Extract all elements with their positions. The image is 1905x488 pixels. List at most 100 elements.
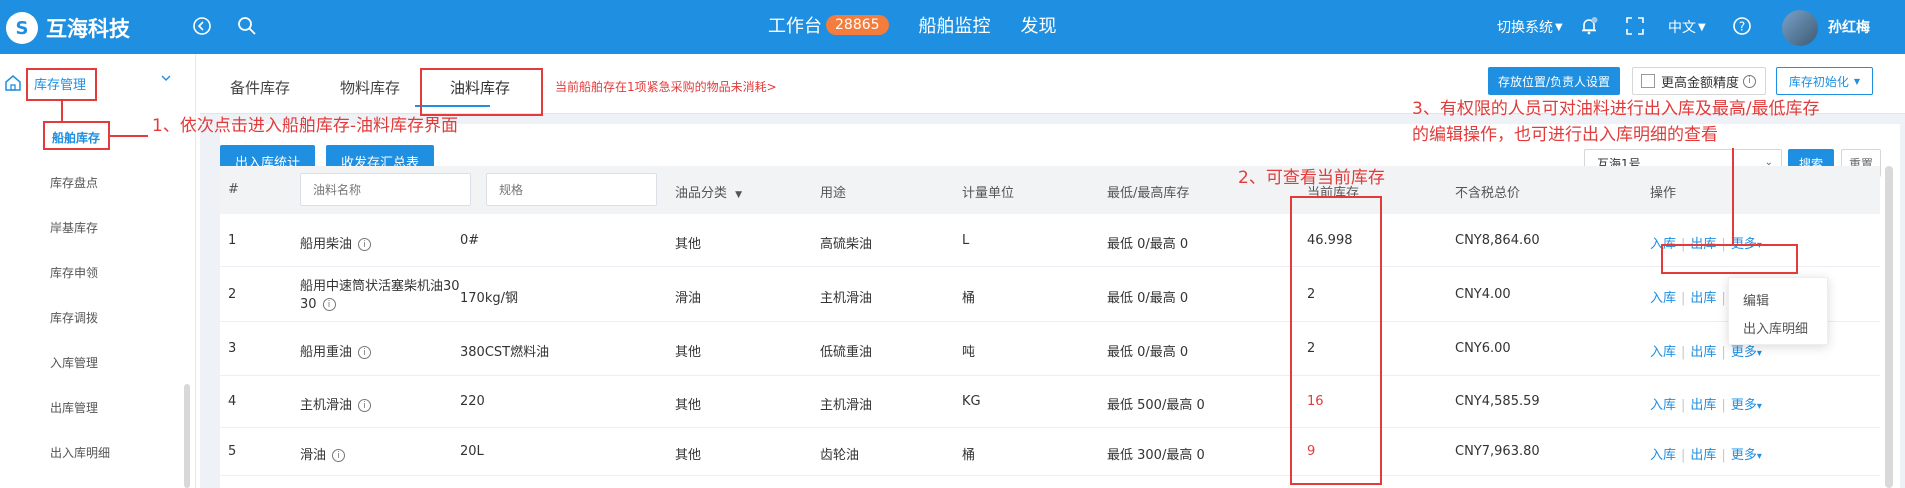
info-icon[interactable]: i xyxy=(358,346,372,359)
top-bar: S 互海科技 工作台 28865 船舶监控 发现 切换系统 ▼ 中文 ▼ ? 孙… xyxy=(0,0,1905,54)
cell-index: 2 xyxy=(228,287,237,302)
spec-filter[interactable] xyxy=(486,173,657,206)
cell-unit: 桶 xyxy=(962,448,976,463)
chevron-down-icon: ▼ xyxy=(1555,21,1563,33)
more-link[interactable]: 更多 xyxy=(1731,398,1757,413)
info-icon[interactable]: i xyxy=(332,449,346,462)
table-scrollbar[interactable] xyxy=(1885,166,1893,488)
circle-back-icon[interactable] xyxy=(190,14,214,38)
inventory-init-button[interactable]: 库存初始化 ▼ xyxy=(1776,67,1873,95)
cell-usage: 主机滑油 xyxy=(820,398,873,413)
logo[interactable]: S 互海科技 xyxy=(6,12,130,44)
inbound-link[interactable]: 入库 xyxy=(1650,345,1676,360)
nav-workbench[interactable]: 工作台 28865 xyxy=(768,12,889,38)
precision-label: 更高金额精度 xyxy=(1661,75,1740,91)
inbound-link[interactable]: 入库 xyxy=(1650,398,1676,413)
sidebar-item-stocktake[interactable]: 库存盘点 xyxy=(50,174,98,191)
nav-discover[interactable]: 发现 xyxy=(1021,12,1057,38)
inbound-link[interactable]: 入库 xyxy=(1650,448,1676,463)
cell-spec: 20L xyxy=(460,444,484,459)
more-menu: 编辑 出入库明细 xyxy=(1728,277,1828,345)
precision-toggle[interactable]: 更高金额精度 i xyxy=(1632,67,1766,95)
fullscreen-icon[interactable] xyxy=(1623,14,1647,38)
info-icon[interactable]: i xyxy=(358,238,372,251)
annotation-arrow xyxy=(1732,148,1734,244)
avatar[interactable] xyxy=(1782,10,1818,46)
highlight-row-actions xyxy=(1661,244,1798,274)
info-icon[interactable]: i xyxy=(322,298,336,311)
cell-actions: 入库 | 出库 | 更多▾ xyxy=(1650,444,1762,463)
tab-materials[interactable]: 物料库存 xyxy=(340,77,400,98)
outbound-link[interactable]: 出库 xyxy=(1690,291,1716,306)
sidebar-item-shore-inventory[interactable]: 岸基库存 xyxy=(50,219,98,236)
language-select[interactable]: 中文 ▼ xyxy=(1668,17,1706,37)
nav-ship-monitor[interactable]: 船舶监控 xyxy=(919,12,991,38)
sidebar-item-outbound[interactable]: 出库管理 xyxy=(50,399,98,416)
outbound-link[interactable]: 出库 xyxy=(1690,398,1716,413)
cell-price: CNY7,963.80 xyxy=(1455,444,1540,459)
switch-system-menu[interactable]: 切换系统 ▼ xyxy=(1497,17,1563,37)
oil-name-text: 主机滑油 xyxy=(300,398,353,413)
sidebar-item-requisition[interactable]: 库存申领 xyxy=(50,264,98,281)
cell-index: 1 xyxy=(228,233,237,248)
info-icon[interactable]: i xyxy=(1743,74,1757,88)
cell-oil-name: 滑油 i xyxy=(300,444,346,463)
divider: | xyxy=(1681,345,1686,360)
highlight-current-stock xyxy=(1290,196,1382,485)
urgent-purchase-notice[interactable]: 当前船舶存在1项紧急采购的物品未消耗> xyxy=(555,78,777,95)
caret-down-icon: ▾ xyxy=(1756,451,1762,462)
outbound-link[interactable]: 出库 xyxy=(1690,448,1716,463)
nav-workbench-label: 工作台 xyxy=(768,16,822,37)
cell-usage: 齿轮油 xyxy=(820,448,860,463)
highlight-sidebar-group xyxy=(26,68,97,101)
inbound-link[interactable]: 入库 xyxy=(1650,291,1676,306)
switch-system-label: 切换系统 xyxy=(1497,20,1553,36)
caret-down-icon: ▾ xyxy=(1756,401,1762,412)
outbound-link[interactable]: 出库 xyxy=(1690,345,1716,360)
oil-name-filter[interactable] xyxy=(300,173,471,206)
divider: | xyxy=(1681,291,1686,306)
cell-category: 滑油 xyxy=(675,291,702,306)
tab-spare-parts[interactable]: 备件库存 xyxy=(230,77,290,98)
divider: | xyxy=(1721,291,1726,306)
user-name[interactable]: 孙红梅 xyxy=(1828,17,1870,37)
sidebar-scrollbar[interactable] xyxy=(184,384,190,488)
cell-price: CNY4.00 xyxy=(1455,287,1511,302)
more-link[interactable]: 更多 xyxy=(1731,448,1757,463)
cell-price: CNY4,585.59 xyxy=(1455,394,1540,409)
col-category[interactable]: 油品分类 ▼ xyxy=(675,182,742,201)
col-category-label: 油品分类 xyxy=(675,186,728,201)
bell-icon[interactable] xyxy=(1577,14,1601,38)
divider: | xyxy=(1681,398,1686,413)
annotation-step-2: 2、可查看当前库存 xyxy=(1238,168,1385,188)
divider: | xyxy=(1681,448,1686,463)
cell-spec: 0# xyxy=(460,233,480,248)
storage-setting-button[interactable]: 存放位置/负责人设置 xyxy=(1488,67,1620,95)
cell-index: 4 xyxy=(228,394,237,409)
cell-index: 3 xyxy=(228,341,237,356)
sidebar-item-inout-detail[interactable]: 出入库明细 xyxy=(50,444,110,461)
oil-name-text: 船用重油 xyxy=(300,345,353,360)
precision-checkbox[interactable] xyxy=(1641,74,1655,88)
divider: | xyxy=(1721,345,1726,360)
cell-oil-name: 主机滑油 i xyxy=(300,394,372,413)
menu-item-inout-detail[interactable]: 出入库明细 xyxy=(1743,318,1808,337)
cell-usage: 低硫重油 xyxy=(820,345,873,360)
table-row: 3 船用重油 i 380CST燃料油 其他 低硫重油吨最低 0/最高 0 2 CNY6.00 入… xyxy=(220,322,1880,376)
annotation-step-3-line2: 的编辑操作，也可进行出入库明细的查看 xyxy=(1412,125,1718,145)
cell-unit: KG xyxy=(962,394,981,409)
menu-item-edit[interactable]: 编辑 xyxy=(1743,290,1769,309)
more-link[interactable]: 更多 xyxy=(1731,345,1757,360)
sidebar-item-transfer[interactable]: 库存调拨 xyxy=(50,309,98,326)
language-label: 中文 xyxy=(1668,20,1696,36)
oil-name-text-cont: 30 xyxy=(300,297,317,312)
inventory-init-label: 库存初始化 xyxy=(1788,74,1849,89)
col-price: 不含税总价 xyxy=(1455,186,1521,201)
help-icon[interactable]: ? xyxy=(1730,14,1754,38)
search-icon[interactable] xyxy=(235,14,259,38)
table-row: 5 滑油 i 20L 其他 齿轮油桶最低 300/最高 0 9 CNY7,963.80 入库 | 出… xyxy=(220,428,1880,476)
sidebar-item-inbound[interactable]: 入库管理 xyxy=(50,354,98,371)
cell-minmax: 最低 0/最高 0 xyxy=(1107,345,1189,360)
table-header: # 油品分类 ▼ 用途 计量单位 最低/最高库存 当前库存 不含税总价 操作 xyxy=(220,166,1880,214)
info-icon[interactable]: i xyxy=(358,399,372,412)
